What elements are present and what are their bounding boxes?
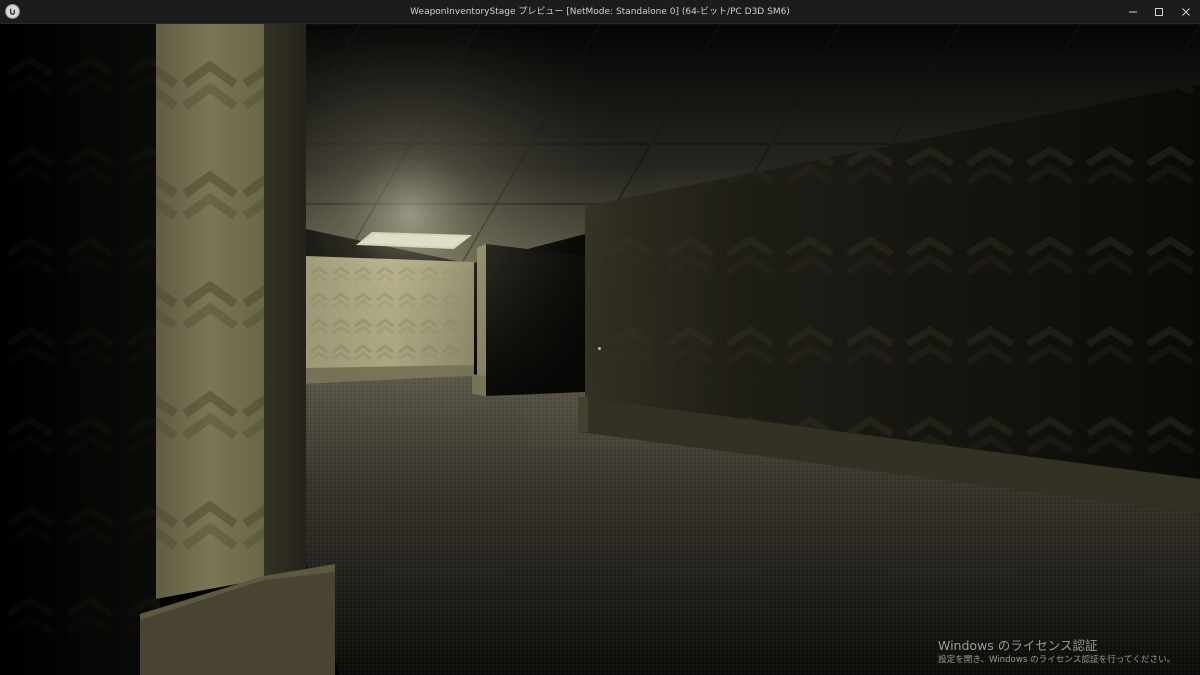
- close-button[interactable]: [1172, 0, 1200, 24]
- minimize-icon: [1129, 11, 1137, 13]
- maximize-button[interactable]: [1145, 0, 1173, 24]
- minimize-button[interactable]: [1119, 0, 1147, 24]
- window-title: WeaponInventoryStage プレビュー [NetMode: Sta…: [410, 7, 790, 17]
- game-viewport[interactable]: Windows のライセンス認証 設定を開き、Windows のライセンス認証を…: [0, 24, 1200, 675]
- title-bar[interactable]: WeaponInventoryStage プレビュー [NetMode: Sta…: [0, 0, 1200, 24]
- crosshair-dot: [598, 347, 601, 350]
- game-preview-window: WeaponInventoryStage プレビュー [NetMode: Sta…: [0, 0, 1200, 675]
- close-icon: [1182, 8, 1190, 16]
- maximize-icon: [1155, 8, 1163, 16]
